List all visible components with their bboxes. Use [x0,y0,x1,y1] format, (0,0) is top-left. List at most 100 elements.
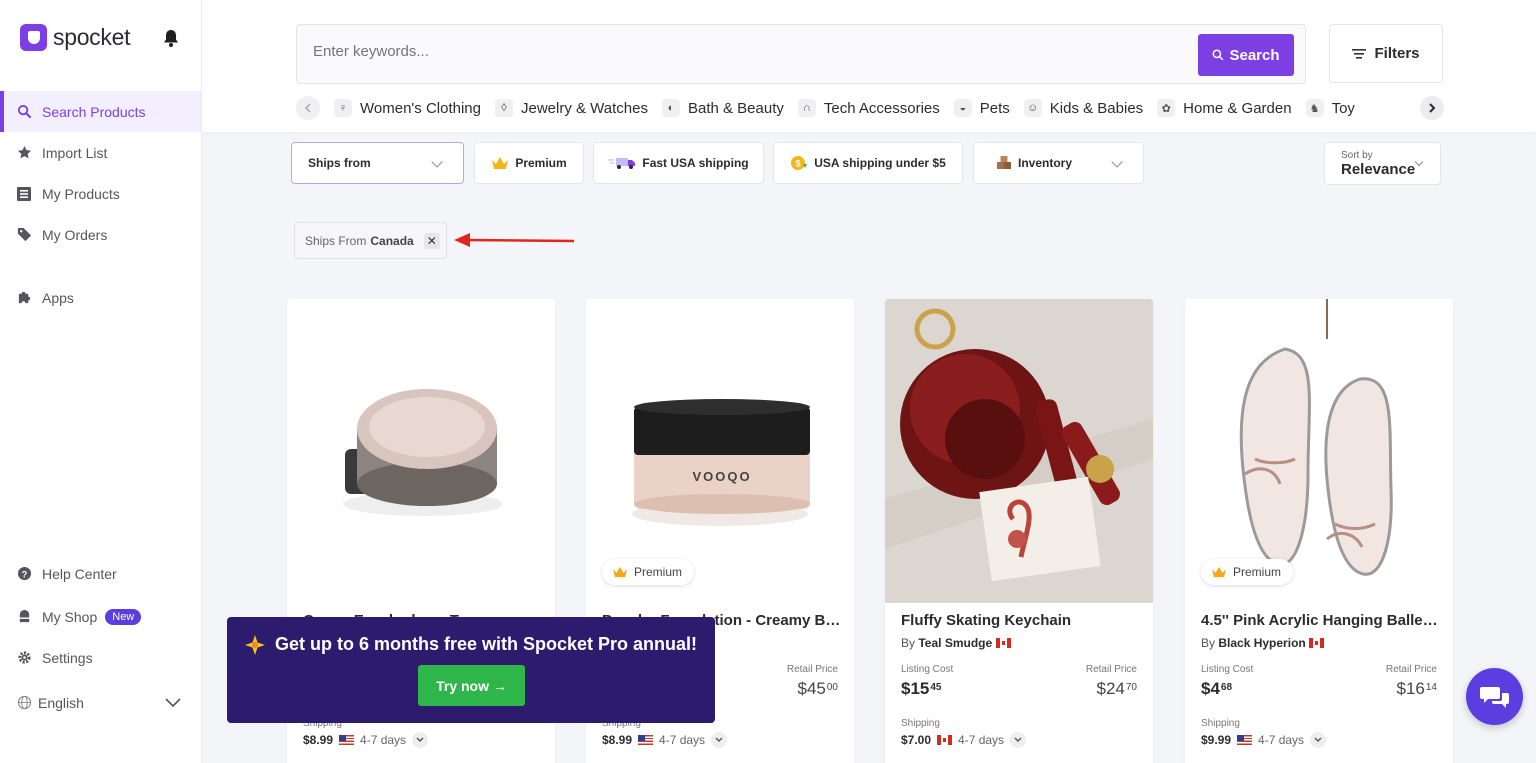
product-image[interactable]: Premium [1185,299,1453,603]
lotion-icon: ◐ [661,99,680,117]
shipping-dropdown-button[interactable] [711,732,728,748]
shipping-dropdown-button[interactable] [1010,732,1027,748]
us-flag-icon [1237,735,1253,745]
shipping-price: $7.00 [901,733,932,747]
us-flag-icon [638,735,654,745]
pet-icon: ◒ [953,99,972,117]
canada-flag-icon [995,638,1011,648]
try-now-button[interactable]: Try now → [418,665,525,706]
shipping-days: 4-7 days [360,733,407,747]
category-womens-clothing[interactable]: ♀ Women's Clothing [334,99,481,117]
promo-message: Get up to 6 months free with Spocket Pro… [275,634,698,654]
sidebar-item-help-center[interactable]: ? Help Center [0,553,201,594]
category-label: Jewelry & Watches [520,99,648,117]
brand-name: spocket [53,24,131,50]
chevron-down-icon [416,737,424,742]
crown-icon [492,157,509,169]
brand-logo[interactable]: spocket [20,24,130,51]
filters-button[interactable]: Filters [1329,24,1443,83]
sidebar-item-label: Settings [42,649,93,666]
shipping-price: $9.99 [1201,733,1232,747]
dress-icon: ♀ [334,99,352,117]
category-jewelry-watches[interactable]: ◊ Jewelry & Watches [494,99,648,117]
shipping-dropdown-button[interactable] [1310,732,1327,748]
vendor-name[interactable]: Black Hyperion [1218,636,1305,650]
toy-icon: ♞ [1305,99,1324,117]
sidebar-item-settings[interactable]: Settings [0,637,201,678]
category-bath-beauty[interactable]: ◐ Bath & Beauty [661,99,784,117]
sort-by-dropdown[interactable]: Sort by Relevance [1324,142,1441,185]
category-toys[interactable]: ♞ Toy [1305,99,1355,117]
category-next-button[interactable] [1420,96,1444,120]
usa-shipping-under-5-filter[interactable]: $ USA shipping under $5 [773,142,963,184]
premium-filter-label: Premium [515,156,567,170]
star-icon [16,145,32,161]
sidebar-item-label: My Products [42,185,120,202]
sidebar-item-apps[interactable]: Apps [0,277,201,318]
inventory-dropdown[interactable]: Inventory [973,142,1144,184]
bell-icon[interactable] [161,28,181,48]
fast-usa-shipping-filter[interactable]: Fast USA shipping [593,142,764,184]
retail-price: $2470 [1097,679,1138,699]
retail-cents: 70 [1125,682,1137,693]
listing-dollars: $15 [901,679,930,698]
shipping-days: 4-7 days [1258,733,1305,747]
vendor-by: By [901,636,916,650]
search-box: Search [296,24,1306,84]
coin-icon: $ [791,156,808,170]
category-label: Toy [1331,99,1355,117]
gear-icon [16,650,32,666]
ballet-slipper-ornament-image [1239,299,1393,576]
vendor-by: By [1201,636,1216,650]
sidebar-item-my-shop[interactable]: My Shop New [0,596,201,637]
product-title[interactable]: Fluffy Skating Keychain [901,612,1141,629]
category-home-garden[interactable]: ✿ Home & Garden [1157,99,1292,117]
retail-dollars: $45 [797,679,826,698]
shipping-days: 4-7 days [659,733,706,747]
category-pets[interactable]: ◒ Pets [953,99,1010,117]
bottom-nav: ? Help Center My Shop New Settings Engli… [0,553,201,723]
shipping-price: $8.99 [303,733,334,747]
eyeshadow-pot-image [343,389,503,516]
canada-flag-icon [937,735,953,745]
promo-text: Get up to 6 months free with Spocket Pro… [245,634,697,655]
chat-button[interactable] [1466,668,1523,725]
chevron-down-icon [165,697,181,707]
search-input[interactable] [313,43,1163,60]
ships-from-dropdown[interactable]: Ships from [291,142,464,184]
search-button[interactable]: Search [1198,34,1294,76]
retail-dollars: $24 [1096,679,1125,698]
category-label: Women's Clothing [360,99,481,117]
main-nav: Search Products Import List My Products … [0,91,201,255]
vendor-name[interactable]: Teal Smudge [918,636,992,650]
retail-price: $1614 [1397,679,1438,699]
category-tech-accessories[interactable]: ∩ Tech Accessories [797,99,940,117]
product-image[interactable] [287,299,555,603]
product-card[interactable]: Premium 4.5'' Pink Acrylic Hanging Balle… [1185,299,1453,763]
sidebar-item-import-list[interactable]: Import List [0,132,201,173]
product-title[interactable]: 4.5'' Pink Acrylic Hanging Balleri... [1201,612,1441,629]
sidebar-item-my-orders[interactable]: My Orders [0,214,201,255]
category-prev-button[interactable] [296,96,320,120]
list-icon [16,186,32,202]
premium-filter-button[interactable]: Premium [474,142,584,184]
remove-filter-button[interactable]: ✕ [423,232,440,249]
product-card[interactable]: Fluffy Skating Keychain By Teal Smudge L… [885,299,1153,763]
product-image[interactable] [885,299,1153,603]
category-label: Tech Accessories [823,99,940,117]
sidebar-item-my-products[interactable]: My Products [0,173,201,214]
usa-shipping-under-5-label: USA shipping under $5 [814,156,946,170]
category-label: Kids & Babies [1049,99,1144,117]
product-image[interactable]: VOOQO Premium [586,299,854,603]
filters-label: Filters [1374,45,1420,62]
category-kids-babies[interactable]: ☺ Kids & Babies [1023,99,1144,117]
retail-dollars: $16 [1396,679,1425,698]
powder-jar-image: VOOQO [632,399,810,526]
boxes-icon [997,156,1011,169]
category-label: Pets [979,99,1010,117]
spocket-logo-icon [20,24,47,51]
listing-cost: $1545 [901,679,942,699]
shipping-dropdown-button[interactable] [412,732,429,748]
sidebar-item-search-products[interactable]: Search Products [0,91,201,132]
language-select[interactable]: English [0,682,201,723]
